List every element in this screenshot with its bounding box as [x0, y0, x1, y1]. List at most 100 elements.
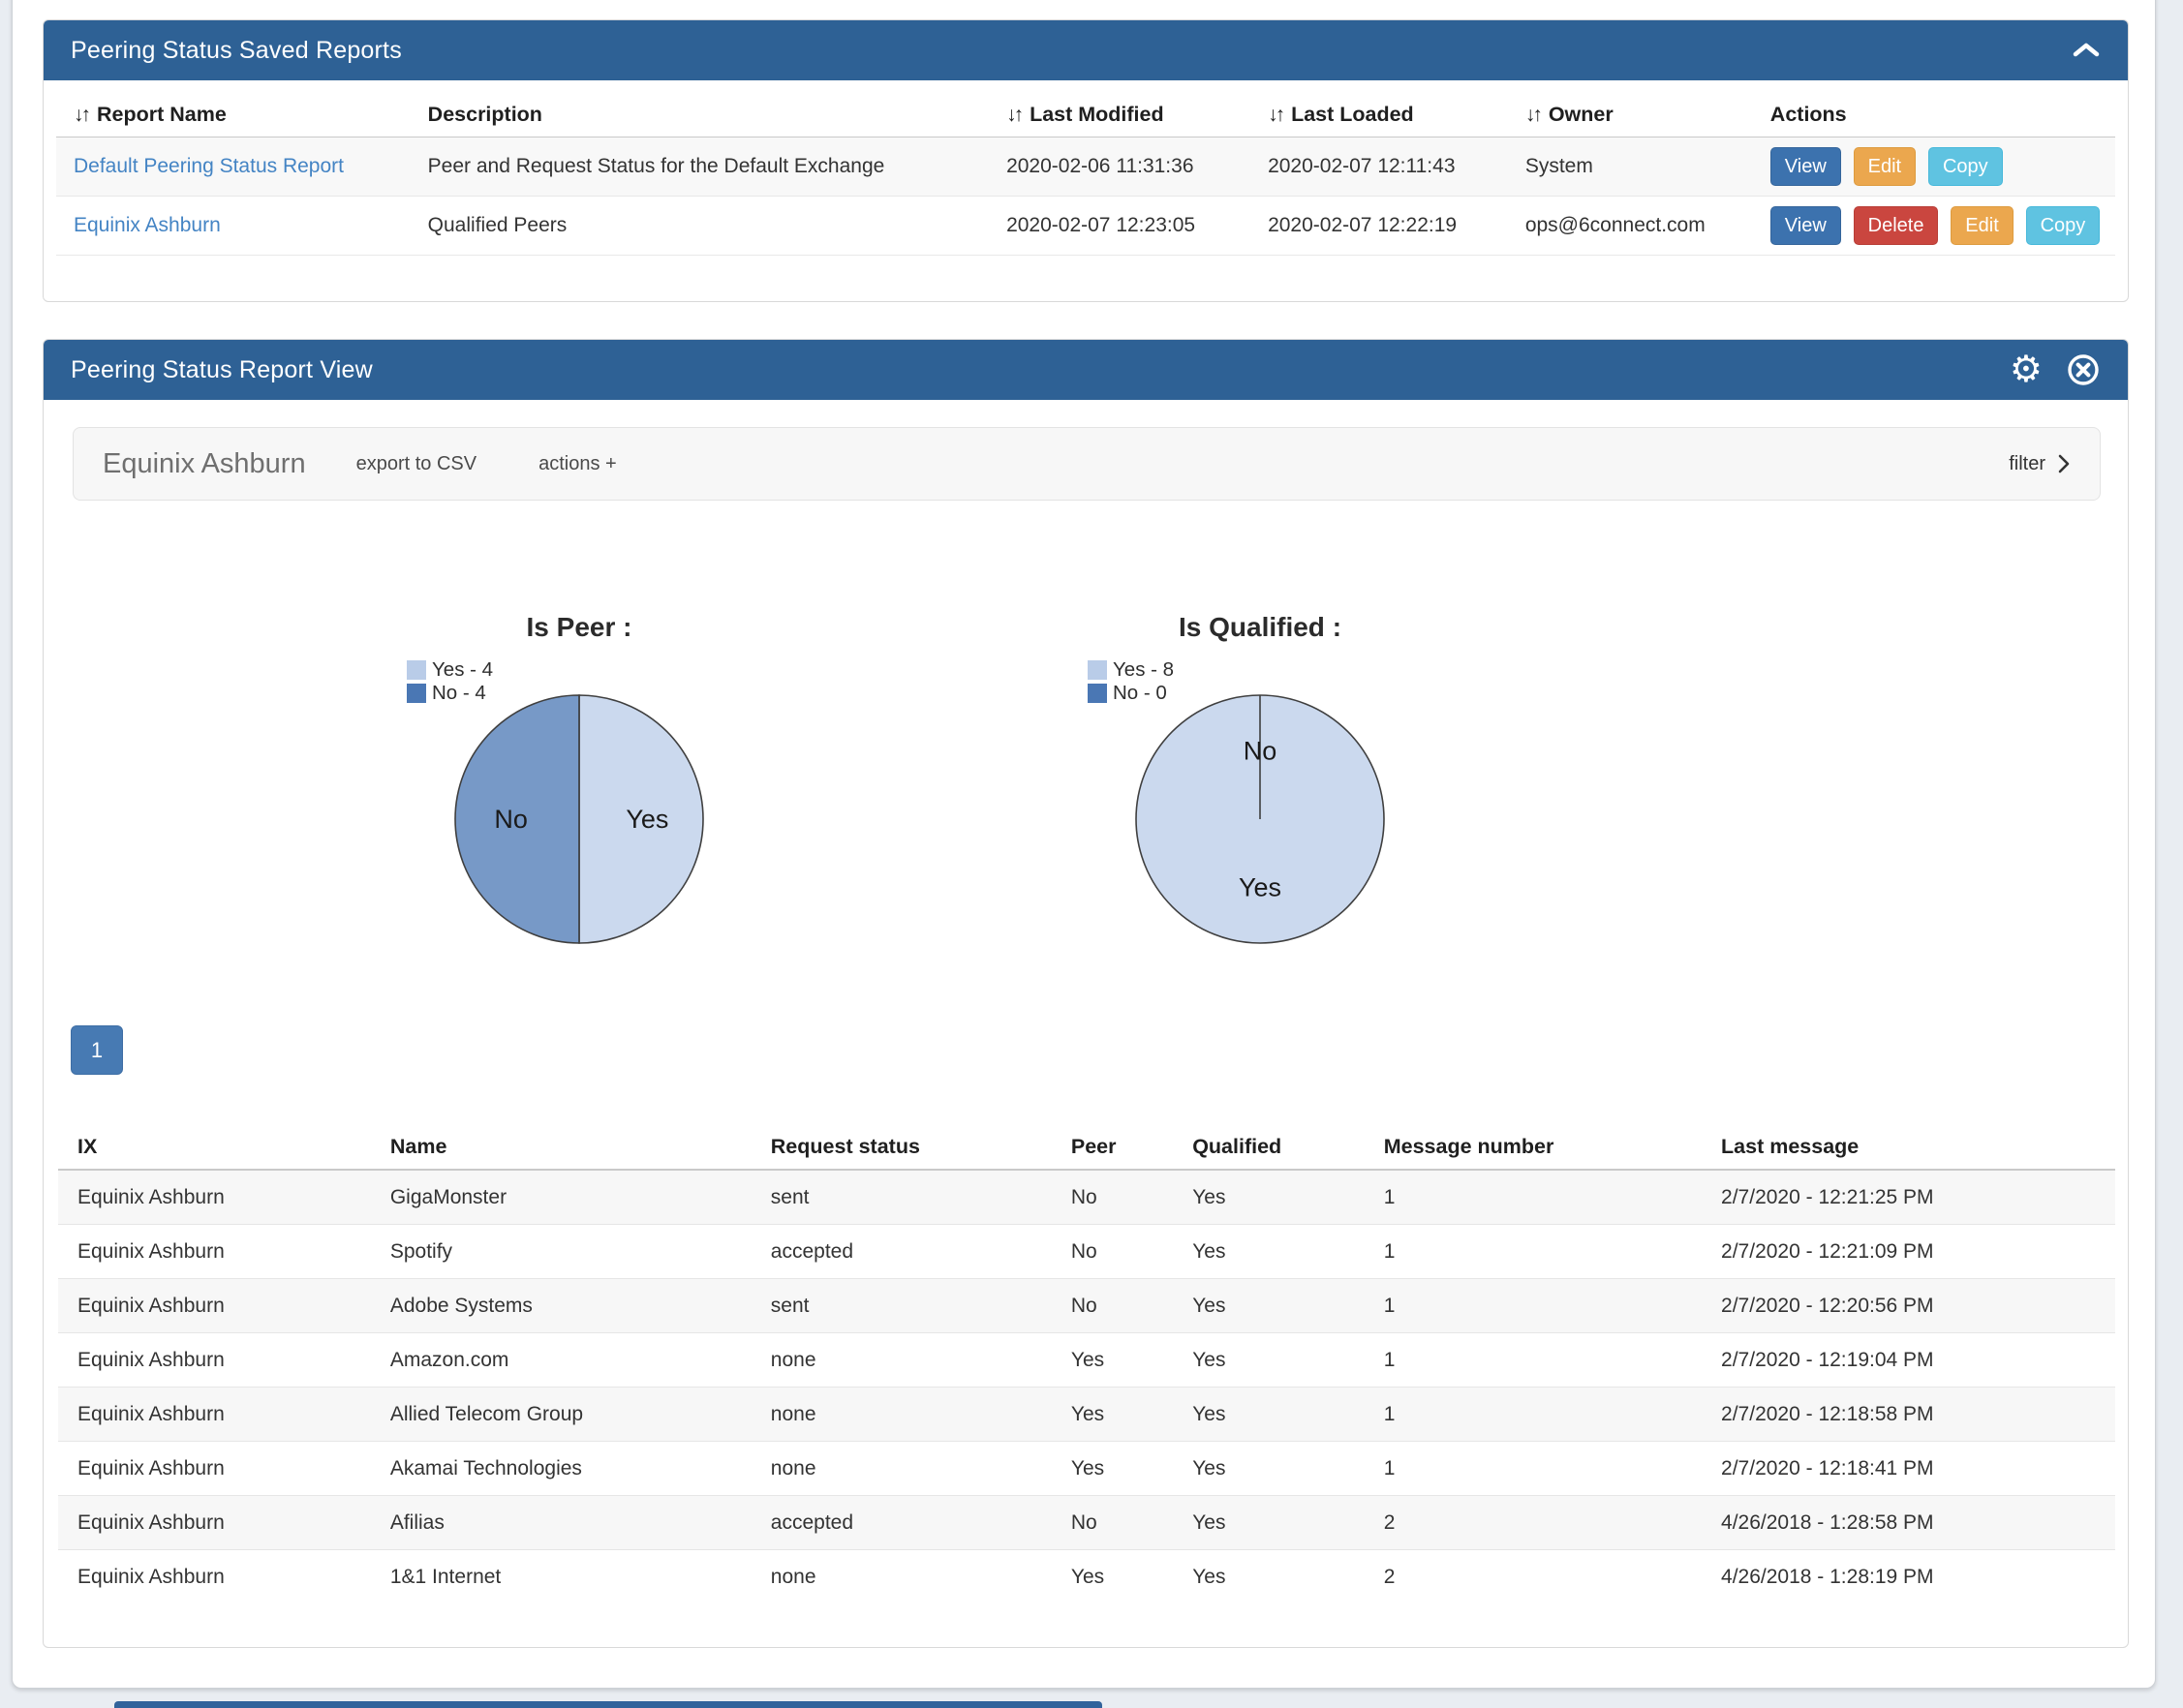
saved-reports-panel-title: Peering Status Saved Reports	[71, 37, 402, 65]
column-header-message-number: Message number	[1365, 1124, 1702, 1170]
column-header-last-loaded[interactable]: ↓↑Last Loaded	[1250, 92, 1508, 137]
cell-request-status: none	[752, 1442, 1052, 1496]
pie-slice-label: No	[494, 805, 528, 834]
is-qualified-chart: Is Qualified : Yes - 8 No - 0 YesNo	[921, 598, 1599, 1141]
export-csv-link[interactable]: export to CSV	[356, 453, 477, 475]
pie-slice-label: No	[1244, 737, 1277, 766]
report-toolbar: Equinix Ashburn export to CSV actions + …	[73, 427, 2101, 501]
pie-slice-label: Yes	[1239, 872, 1281, 901]
pie-chart-svg: Yes No	[1115, 674, 1405, 964]
report-title: Equinix Ashburn	[103, 448, 306, 480]
cell-name: Adobe Systems	[371, 1279, 752, 1333]
pie-chart-svg: Yes No	[434, 674, 724, 964]
copy-button[interactable]: Copy	[2026, 206, 2101, 245]
is-peer-chart: Is Peer : Yes - 4 No - 4 YesNo	[240, 598, 918, 1141]
table-row: Equinix Ashburn Amazon.com none Yes Yes …	[58, 1333, 2115, 1388]
saved-reports-header-row: ↓↑Report Name Description ↓↑Last Modifie…	[56, 92, 2115, 137]
cell-ix: Equinix Ashburn	[58, 1496, 371, 1550]
peers-table-body: Equinix Ashburn GigaMonster sent No Yes …	[58, 1170, 2115, 1603]
sort-arrows-icon: ↓↑	[74, 104, 88, 126]
table-row: Equinix Ashburn Afilias accepted No Yes …	[58, 1496, 2115, 1550]
edit-button[interactable]: Edit	[1951, 206, 2013, 245]
cell-last-message: 2/7/2020 - 12:21:25 PM	[1702, 1170, 2115, 1225]
report-view-panel: Peering Status Report View ⚙ Equinix Ash…	[43, 339, 2129, 1648]
copy-button[interactable]: Copy	[1928, 147, 2003, 186]
cell-request-status: accepted	[752, 1225, 1052, 1279]
cell-ix: Equinix Ashburn	[58, 1225, 371, 1279]
pie-slice-label: Yes	[626, 805, 668, 834]
filter-label: filter	[2009, 453, 2045, 475]
report-description: Peer and Request Status for the Default …	[411, 137, 989, 197]
table-row: Equinix Ashburn GigaMonster sent No Yes …	[58, 1170, 2115, 1225]
cell-ix: Equinix Ashburn	[58, 1170, 371, 1225]
report-actions: View Delete Edit Copy	[1753, 197, 2115, 256]
chart-title: Is Peer :	[240, 612, 918, 643]
actions-menu-link[interactable]: actions +	[538, 453, 617, 475]
report-last-modified: 2020-02-06 11:31:36	[989, 137, 1250, 197]
cell-message-number: 1	[1365, 1333, 1702, 1388]
cell-ix: Equinix Ashburn	[58, 1279, 371, 1333]
edit-button[interactable]: Edit	[1854, 147, 1916, 186]
cell-ix: Equinix Ashburn	[58, 1442, 371, 1496]
view-button[interactable]: View	[1770, 147, 1841, 186]
cell-last-message: 4/26/2018 - 1:28:58 PM	[1702, 1496, 2115, 1550]
saved-report-row: Default Peering Status Report Peer and R…	[56, 137, 2115, 197]
report-name-link[interactable]: Equinix Ashburn	[74, 214, 221, 236]
cell-name: Allied Telecom Group	[371, 1388, 752, 1442]
legend-swatch-yes	[1088, 660, 1107, 680]
view-button[interactable]: View	[1770, 206, 1841, 245]
cell-message-number: 2	[1365, 1550, 1702, 1604]
cell-request-status: sent	[752, 1279, 1052, 1333]
report-name-link[interactable]: Default Peering Status Report	[74, 155, 344, 177]
column-header-request-status: Request status	[752, 1124, 1052, 1170]
legend-swatch-no	[1088, 684, 1107, 703]
cell-name: Amazon.com	[371, 1333, 752, 1388]
cell-ix: Equinix Ashburn	[58, 1333, 371, 1388]
legend-swatch-yes	[407, 660, 426, 680]
sort-arrows-icon: ↓↑	[1006, 104, 1021, 126]
filter-toggle[interactable]: filter	[2009, 453, 2071, 475]
circle-x-icon[interactable]	[2066, 352, 2101, 387]
cell-peer: Yes	[1052, 1333, 1173, 1388]
delete-button[interactable]: Delete	[1854, 206, 1939, 245]
report-last-loaded: 2020-02-07 12:22:19	[1250, 197, 1508, 256]
report-owner: ops@6connect.com	[1508, 197, 1753, 256]
cell-message-number: 2	[1365, 1496, 1702, 1550]
chevron-right-icon	[2057, 453, 2071, 474]
report-description: Qualified Peers	[411, 197, 989, 256]
column-header-qualified: Qualified	[1173, 1124, 1365, 1170]
gear-icon[interactable]: ⚙	[2010, 352, 2043, 387]
cell-qualified: Yes	[1173, 1442, 1365, 1496]
legend-swatch-no	[407, 684, 426, 703]
cell-message-number: 1	[1365, 1388, 1702, 1442]
page-1-button[interactable]: 1	[71, 1025, 123, 1075]
column-header-owner[interactable]: ↓↑Owner	[1508, 92, 1753, 137]
column-header-name: Name	[371, 1124, 752, 1170]
cell-name: GigaMonster	[371, 1170, 752, 1225]
cell-ix: Equinix Ashburn	[58, 1550, 371, 1604]
column-header-ix: IX	[58, 1124, 371, 1170]
report-actions: View Edit Copy	[1753, 137, 2115, 197]
cell-name: Afilias	[371, 1496, 752, 1550]
saved-reports-panel: Peering Status Saved Reports ↓↑Report Na…	[43, 19, 2129, 302]
saved-report-row: Equinix Ashburn Qualified Peers 2020-02-…	[56, 197, 2115, 256]
cell-last-message: 2/7/2020 - 12:18:41 PM	[1702, 1442, 2115, 1496]
cell-last-message: 2/7/2020 - 12:18:58 PM	[1702, 1388, 2115, 1442]
chevron-up-icon[interactable]	[2072, 42, 2101, 59]
table-row: Equinix Ashburn Spotify accepted No Yes …	[58, 1225, 2115, 1279]
cell-last-message: 2/7/2020 - 12:21:09 PM	[1702, 1225, 2115, 1279]
report-last-loaded: 2020-02-07 12:11:43	[1250, 137, 1508, 197]
column-header-last-modified[interactable]: ↓↑Last Modified	[989, 92, 1250, 137]
table-row: Equinix Ashburn Adobe Systems sent No Ye…	[58, 1279, 2115, 1333]
cell-qualified: Yes	[1173, 1225, 1365, 1279]
column-header-report-name[interactable]: ↓↑Report Name	[56, 92, 411, 137]
cell-last-message: 2/7/2020 - 12:19:04 PM	[1702, 1333, 2115, 1388]
cell-peer: No	[1052, 1170, 1173, 1225]
cell-peer: Yes	[1052, 1388, 1173, 1442]
cell-ix: Equinix Ashburn	[58, 1388, 371, 1442]
next-panel-header-edge	[114, 1701, 1102, 1708]
cell-request-status: none	[752, 1388, 1052, 1442]
cell-peer: No	[1052, 1225, 1173, 1279]
cell-qualified: Yes	[1173, 1496, 1365, 1550]
cell-request-status: accepted	[752, 1496, 1052, 1550]
